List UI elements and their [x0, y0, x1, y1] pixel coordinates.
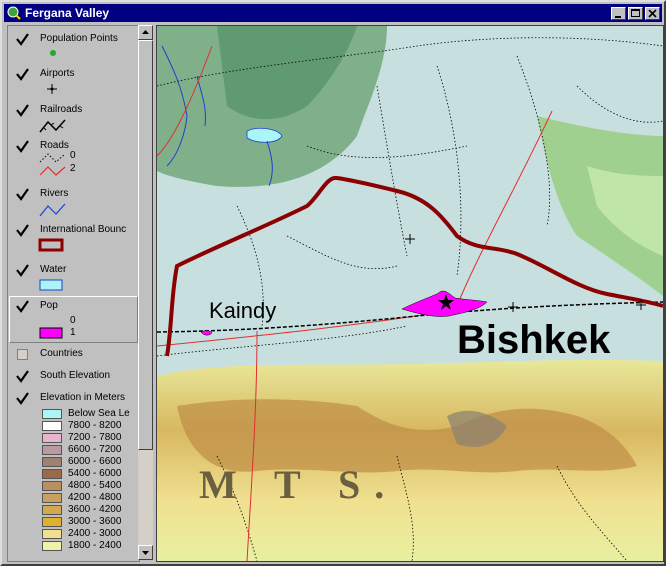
checkmark-icon[interactable]: [16, 392, 29, 405]
river-symbol-icon: [39, 203, 66, 217]
table-of-contents: Population Points Airports Railroads Roa…: [7, 25, 140, 562]
layer-label: Airports: [40, 68, 75, 79]
checkmark-icon[interactable]: [16, 140, 29, 153]
checkmark-icon[interactable]: [16, 104, 29, 117]
minimize-button[interactable]: [611, 6, 626, 20]
elevation-swatch: [42, 457, 62, 467]
elevation-range-label: 2400 - 3000: [68, 528, 122, 539]
scroll-thumb[interactable]: [138, 40, 153, 450]
checkmark-icon[interactable]: [16, 33, 29, 46]
elevation-range-label: 6600 - 7200: [68, 444, 122, 455]
checkmark-icon[interactable]: [16, 300, 29, 313]
elevation-range-label: 7200 - 7800: [68, 432, 122, 443]
elevation-swatch: [42, 433, 62, 443]
elevation-swatch: [42, 529, 62, 539]
maximize-button[interactable]: [628, 6, 643, 20]
bishkek-label: Bishkek: [457, 318, 611, 362]
checkmark-icon[interactable]: [16, 370, 29, 383]
scroll-down-button[interactable]: [138, 545, 153, 560]
railroad-symbol-icon: [39, 119, 66, 133]
maximize-icon: [631, 8, 640, 17]
pop-class-label: 1: [70, 327, 76, 338]
elevation-swatch: [42, 445, 62, 455]
scroll-up-button[interactable]: [138, 25, 153, 40]
checkmark-icon[interactable]: [16, 68, 29, 81]
layer-label: Railroads: [40, 104, 83, 115]
app-window: Fergana Valley Population Points Airport…: [0, 0, 666, 566]
title-bar[interactable]: Fergana Valley: [4, 4, 662, 22]
layer-label: South Elevation: [40, 370, 111, 381]
pop-symbol-icon: [39, 327, 63, 339]
elevation-range-label: 5400 - 6000: [68, 468, 122, 479]
mts-label: M T S.: [199, 462, 399, 507]
elevation-swatch: [42, 409, 62, 419]
road-class-label: 2: [70, 163, 76, 174]
elevation-range-label: Below Sea Le: [68, 408, 130, 419]
toc-scrollbar[interactable]: [138, 25, 153, 560]
layer-label: Population Points: [40, 33, 118, 44]
close-icon: [648, 8, 657, 18]
layer-label: Elevation in Meters: [40, 392, 126, 403]
elevation-swatch: [42, 541, 62, 551]
elevation-swatch: [42, 493, 62, 503]
elevation-range-label: 1800 - 2400: [68, 540, 122, 551]
elevation-range-label: 7800 - 8200: [68, 420, 122, 431]
layer-label: Water: [40, 264, 67, 275]
checkmark-icon[interactable]: [16, 264, 29, 277]
elevation-swatch: [42, 517, 62, 527]
elevation-range-label: 6000 - 6600: [68, 456, 122, 467]
airport-icon: [47, 84, 57, 94]
water-symbol-icon: [39, 279, 63, 291]
pop-class-label: 0: [70, 315, 76, 326]
elevation-swatch: [42, 481, 62, 491]
kaindy-label: Kaindy: [209, 298, 277, 323]
road-class-label: 0: [70, 150, 76, 161]
arrow-down-icon: [142, 551, 149, 555]
window-title: Fergana Valley: [25, 6, 110, 20]
layer-label: Pop: [40, 300, 58, 311]
point-symbol-icon: [50, 50, 56, 56]
minimize-icon: [615, 15, 621, 18]
elevation-swatch: [42, 469, 62, 479]
boundary-symbol-icon: [38, 238, 64, 252]
close-button[interactable]: [645, 6, 660, 20]
globe-icon: [7, 6, 21, 20]
road-major-icon: [39, 166, 66, 176]
elevation-range-label: 3600 - 4200: [68, 504, 122, 515]
checkmark-icon[interactable]: [16, 224, 29, 237]
layer-label: International Bounc: [40, 224, 127, 235]
layer-label: Rivers: [40, 188, 69, 199]
layer-label: Roads: [40, 140, 69, 151]
elevation-range-label: 4800 - 5400: [68, 480, 122, 491]
layer-label: Countries: [40, 348, 83, 359]
checkbox-empty-icon[interactable]: [16, 348, 29, 361]
elevation-range-label: 3000 - 3600: [68, 516, 122, 527]
elevation-range-label: 4200 - 4800: [68, 492, 122, 503]
elevation-swatch: [42, 421, 62, 431]
checkmark-icon[interactable]: [16, 188, 29, 201]
road-minor-icon: [39, 153, 66, 163]
arrow-up-icon: [142, 30, 149, 34]
map-view[interactable]: Kaindy Bishkek M T S.: [156, 25, 664, 562]
elevation-swatch: [42, 505, 62, 515]
